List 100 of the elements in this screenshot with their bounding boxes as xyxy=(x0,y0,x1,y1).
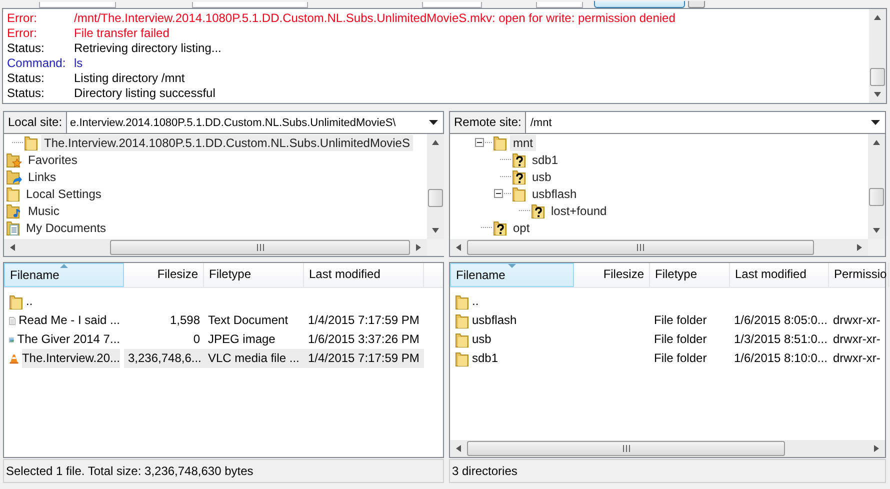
table-cell: 1/4/2015 7:17:59 PM xyxy=(308,313,420,327)
folder-icon xyxy=(24,134,38,150)
log-message: Directory listing successful xyxy=(74,86,216,101)
vertical-scrollbar[interactable] xyxy=(869,9,886,103)
tree-item[interactable]: opt xyxy=(510,220,533,236)
table-cell: 1/6/2015 3:37:26 PM xyxy=(308,332,420,346)
table-cell: File folder xyxy=(654,313,707,327)
table-cell: 1/6/2015 8:10:0... xyxy=(734,351,828,365)
tree-item[interactable]: Favorites xyxy=(25,152,80,168)
scroll-left-arrow-icon[interactable] xyxy=(456,445,461,452)
scrollbar-corner xyxy=(868,239,885,256)
column-header[interactable]: Filename xyxy=(450,263,574,287)
scroll-up-arrow-icon[interactable] xyxy=(432,140,439,145)
tree-item[interactable]: usbflash xyxy=(529,186,580,202)
file-name[interactable]: The Giver 2014 7... xyxy=(17,330,120,349)
tree-item[interactable]: The.Interview.2014.1080P.5.1.DD.Custom.NL.Subs.UnlimitedMovieS xyxy=(41,134,413,150)
log-message: ls xyxy=(74,56,83,71)
scroll-down-arrow-icon[interactable] xyxy=(874,92,881,97)
collapse-icon[interactable] xyxy=(475,138,484,147)
scroll-right-arrow-icon[interactable] xyxy=(416,244,421,251)
table-cell: VLC media file ... xyxy=(208,351,300,365)
tree-item[interactable]: Music xyxy=(25,202,62,218)
input-field[interactable] xyxy=(39,2,116,8)
input-field[interactable] xyxy=(422,2,482,8)
horizontal-scrollbar[interactable] xyxy=(4,239,427,256)
table-cell: drwxr-xr- xyxy=(833,351,880,365)
scroll-left-arrow-icon[interactable] xyxy=(10,244,15,251)
table-cell: JPEG image xyxy=(208,332,276,346)
folder-icon xyxy=(455,312,469,328)
sort-arrow-icon xyxy=(60,264,68,268)
scrollbar-thumb[interactable] xyxy=(110,240,410,255)
input-field[interactable] xyxy=(192,2,308,8)
tree-item[interactable]: Local Settings xyxy=(23,186,104,202)
file-name[interactable]: .. xyxy=(472,292,479,311)
selected-row-highlight[interactable]: The.Interview.20... 3,236,748,6... VLC media file ... 1/4/2015 7:17:59 PM xyxy=(4,349,424,368)
column-header[interactable]: Filesize xyxy=(574,263,650,287)
table-cell: 3,236,748,6... xyxy=(128,351,202,365)
column-header[interactable]: Filetype xyxy=(204,263,304,287)
column-header[interactable]: Last modified xyxy=(730,263,829,287)
scrollbar-thumb[interactable] xyxy=(467,240,814,255)
file-name[interactable]: .. xyxy=(26,292,33,311)
status-text: Selected 1 file. Total size: 3,236,748,630 bytes xyxy=(3,459,444,483)
input-field[interactable] xyxy=(536,2,583,8)
question-folder-icon xyxy=(512,152,526,168)
scroll-up-arrow-icon[interactable] xyxy=(874,15,881,20)
column-header[interactable]: Filename xyxy=(4,263,124,287)
vertical-scrollbar[interactable] xyxy=(868,134,885,239)
folder-icon xyxy=(512,186,526,202)
table-cell: drwxr-xr- xyxy=(833,313,880,327)
folder-icon xyxy=(493,134,507,150)
scrollbar-thumb[interactable] xyxy=(869,188,884,206)
column-header[interactable]: Filesize xyxy=(124,263,204,287)
star-folder-icon xyxy=(6,152,22,168)
question-folder-icon xyxy=(493,220,507,236)
folder-icon xyxy=(455,350,469,366)
tree-item[interactable]: mnt xyxy=(510,134,536,150)
scroll-down-arrow-icon[interactable] xyxy=(432,228,439,233)
scroll-up-arrow-icon[interactable] xyxy=(873,140,880,145)
collapse-icon[interactable] xyxy=(494,189,503,198)
sort-arrow-icon xyxy=(508,264,516,268)
folder-icon xyxy=(455,294,469,310)
file-name[interactable]: Read Me - I said ... xyxy=(18,311,120,330)
music-folder-icon xyxy=(6,202,22,218)
log-label: Command: xyxy=(7,56,67,71)
tree-item[interactable]: usb xyxy=(529,168,554,184)
scroll-right-arrow-icon[interactable] xyxy=(857,244,862,251)
scroll-left-arrow-icon[interactable] xyxy=(456,244,461,251)
file-name[interactable]: The.Interview.20... xyxy=(22,349,120,368)
tree-item[interactable]: lost+found xyxy=(548,202,610,218)
table-cell: 1,598 xyxy=(170,313,200,327)
file-name[interactable]: usb xyxy=(472,330,492,349)
folder-icon xyxy=(455,332,469,348)
scrollbar-thumb[interactable] xyxy=(870,68,885,86)
tree-item[interactable]: sdb1 xyxy=(529,152,562,168)
vertical-scrollbar[interactable] xyxy=(427,134,444,239)
folder-icon xyxy=(9,294,23,310)
arrow-folder-icon xyxy=(6,168,22,184)
table-cell: 1/6/2015 8:05:0... xyxy=(734,313,828,327)
log-message: File transfer failed xyxy=(74,26,170,41)
horizontal-scrollbar[interactable] xyxy=(450,239,868,256)
table-cell: drwxr-xr- xyxy=(833,332,880,346)
tree-item[interactable]: Links xyxy=(25,168,60,184)
file-name[interactable]: usbflash xyxy=(472,311,517,330)
scroll-down-arrow-icon[interactable] xyxy=(873,228,880,233)
log-label: Status: xyxy=(7,41,46,56)
column-header[interactable]: Filetype xyxy=(650,263,730,287)
scrollbar-thumb[interactable] xyxy=(428,188,443,206)
column-header[interactable]: Last modified xyxy=(304,263,424,287)
tree-item[interactable]: My Documents xyxy=(23,220,110,236)
connect-button[interactable] xyxy=(594,1,685,8)
table-cell: 0 xyxy=(193,332,200,346)
table-cell: 1/3/2015 8:51:0... xyxy=(734,332,828,346)
log-label: Status: xyxy=(7,71,46,86)
horizontal-scrollbar[interactable] xyxy=(450,440,885,457)
column-header[interactable]: Permissio xyxy=(829,263,889,287)
scrollbar-thumb[interactable] xyxy=(467,441,785,456)
dropdown-button[interactable] xyxy=(688,1,705,8)
file-name[interactable]: sdb1 xyxy=(472,349,498,368)
log-label: Error: xyxy=(7,11,38,26)
scroll-right-arrow-icon[interactable] xyxy=(874,445,879,452)
